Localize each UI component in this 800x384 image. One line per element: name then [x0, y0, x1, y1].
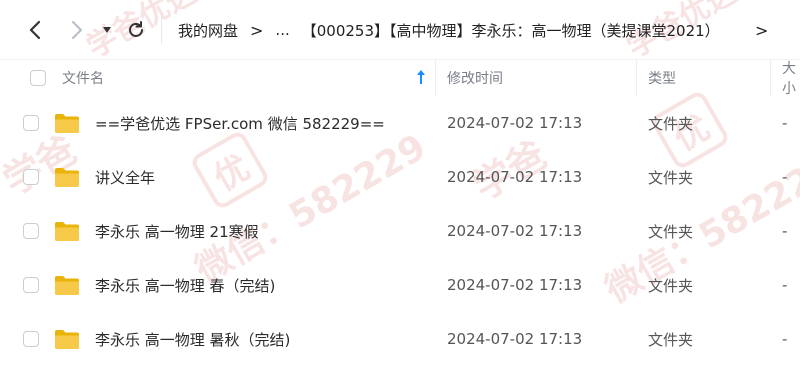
navigation-bar: 我的网盘 > ... 【000253】【高中物理】李永乐：高一物理（美提课堂20…: [0, 0, 800, 60]
select-all-checkbox[interactable]: [30, 70, 46, 86]
history-dropdown-button[interactable]: [98, 15, 116, 45]
table-row[interactable]: 李永乐 高一物理 暑秋（完结) 2024-07-02 17:13 文件夹 -: [0, 312, 800, 366]
breadcrumb-more-button[interactable]: >: [755, 17, 768, 43]
file-mtime: 2024-07-02 17:13: [447, 222, 583, 240]
row-select-cell: [23, 96, 39, 150]
row-select-cell: [23, 258, 39, 312]
breadcrumb-root[interactable]: 我的网盘: [178, 20, 238, 41]
table-row[interactable]: 讲义全年 2024-07-02 17:13 文件夹 -: [0, 150, 800, 204]
file-size: -: [782, 330, 788, 348]
breadcrumb-ellipsis[interactable]: ...: [275, 21, 289, 39]
row-select-cell: [23, 150, 39, 204]
sort-up-arrow-icon[interactable]: [416, 69, 426, 89]
file-name[interactable]: 李永乐 高一物理 21寒假: [95, 204, 259, 258]
breadcrumb-current: 【000253】【高中物理】李永乐：高一物理（美提课堂2021）: [301, 21, 720, 40]
row-checkbox[interactable]: [23, 223, 39, 239]
column-header-name[interactable]: 文件名: [62, 60, 104, 96]
file-browser: 学爸优选 学爸优选 学爸 优 微信：582229 学爸 优 微信：582229: [0, 0, 800, 384]
file-name[interactable]: 李永乐 高一物理 春（完结): [95, 258, 275, 312]
folder-icon: [54, 312, 80, 366]
file-name[interactable]: 讲义全年: [95, 150, 155, 204]
column-divider[interactable]: [770, 60, 771, 96]
file-type: 文件夹: [648, 168, 694, 187]
row-select-cell: [23, 204, 39, 258]
folder-icon: [54, 96, 80, 150]
column-header-mtime[interactable]: 修改时间: [447, 60, 503, 96]
file-mtime: 2024-07-02 17:13: [447, 114, 583, 132]
refresh-button[interactable]: [123, 15, 149, 45]
row-checkbox[interactable]: [23, 115, 39, 131]
breadcrumb: 我的网盘 > ... 【000253】【高中物理】李永乐：高一物理（美提课堂20…: [178, 17, 720, 43]
chevron-left-icon: [29, 20, 41, 40]
breadcrumb-separator: >: [250, 20, 264, 40]
row-select-cell: [23, 312, 39, 366]
row-checkbox[interactable]: [23, 169, 39, 185]
file-size: -: [782, 114, 788, 132]
row-checkbox[interactable]: [23, 277, 39, 293]
column-header-size[interactable]: 大小: [782, 60, 800, 97]
file-type: 文件夹: [648, 222, 694, 241]
forward-button[interactable]: [64, 15, 90, 45]
caret-down-icon: [103, 27, 111, 33]
column-header-type[interactable]: 类型: [648, 60, 676, 96]
select-all-cell: [30, 60, 46, 96]
column-divider[interactable]: [435, 60, 436, 96]
file-type: 文件夹: [648, 330, 694, 349]
folder-icon: [54, 258, 80, 312]
file-mtime: 2024-07-02 17:13: [447, 168, 583, 186]
table-row[interactable]: 李永乐 高一物理 21寒假 2024-07-02 17:13 文件夹 -: [0, 204, 800, 258]
back-button[interactable]: [22, 15, 48, 45]
chevron-right-icon: [72, 21, 82, 39]
file-name[interactable]: ==学爸优选 FPSer.com 微信 582229==: [95, 96, 385, 150]
file-name[interactable]: 李永乐 高一物理 暑秋（完结): [95, 312, 290, 366]
row-checkbox[interactable]: [23, 331, 39, 347]
file-mtime: 2024-07-02 17:13: [447, 276, 583, 294]
file-type: 文件夹: [648, 114, 694, 133]
table-row[interactable]: ==学爸优选 FPSer.com 微信 582229== 2024-07-02 …: [0, 96, 800, 150]
column-divider[interactable]: [636, 60, 637, 96]
folder-icon: [54, 150, 80, 204]
folder-icon: [54, 204, 80, 258]
table-header: 文件名 修改时间 类型 大小: [0, 60, 800, 97]
divider: [161, 16, 162, 44]
file-size: -: [782, 276, 788, 294]
file-size: -: [782, 168, 788, 186]
file-size: -: [782, 222, 788, 240]
file-mtime: 2024-07-02 17:13: [447, 330, 583, 348]
refresh-icon: [129, 21, 143, 37]
chevron-right-icon: >: [755, 20, 769, 40]
table-row[interactable]: 李永乐 高一物理 春（完结) 2024-07-02 17:13 文件夹 -: [0, 258, 800, 312]
file-type: 文件夹: [648, 276, 694, 295]
